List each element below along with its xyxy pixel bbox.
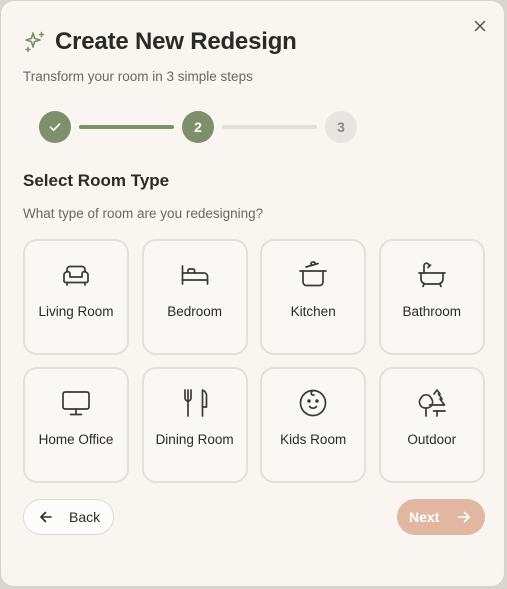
utensils-icon [183,389,207,417]
arrow-left-icon [40,511,52,523]
room-card-kids-room[interactable]: Kids Room [260,367,367,483]
next-button[interactable]: Next [397,499,485,535]
room-card-bathroom[interactable]: Bathroom [378,239,485,355]
check-icon [49,123,61,131]
room-card-home-office[interactable]: Home Office [23,367,129,483]
room-card-dining-room[interactable]: Dining Room [141,367,248,483]
room-card-bedroom[interactable]: Bedroom [141,239,248,355]
close-icon[interactable] [472,18,488,34]
sparkles-icon [25,31,45,53]
arrow-right-icon [458,511,471,523]
step-1-complete [39,111,71,143]
step-3-upcoming: 3 [325,111,357,143]
room-label: Dining Room [155,432,234,447]
room-label: Living Room [38,304,114,319]
sofa-icon [63,265,89,286]
dialog-title: Create New Redesign [55,28,297,55]
room-label: Bedroom [167,304,222,319]
room-card-kitchen[interactable]: Kitchen [260,239,367,355]
cooking-pot-icon [299,261,328,287]
step-connector-complete [79,125,174,129]
progress-stepper: 2 3 [39,111,359,143]
room-card-living-room[interactable]: Living Room [23,239,129,355]
room-label: Kids Room [280,432,347,447]
bed-icon [181,265,208,285]
room-label: Home Office [38,432,114,447]
title-row: Create New Redesign [23,28,297,56]
room-card-outdoor[interactable]: Outdoor [378,367,485,483]
room-label: Outdoor [407,432,457,447]
baby-face-icon [299,389,327,417]
step-connector-pending [222,125,317,129]
room-type-grid: Living Room Bedroom Kitchen Bathroom Hom… [23,239,485,483]
section-title: Select Room Type [23,171,170,190]
step-2-active: 2 [182,111,214,143]
monitor-icon [62,391,90,416]
create-redesign-dialog: Create New Redesign Transform your room … [0,0,505,587]
back-button[interactable]: Back [23,499,114,535]
room-label: Kitchen [290,304,336,319]
back-button-label: Back [69,509,101,525]
trees-icon [418,389,446,417]
bathtub-icon [417,262,446,288]
next-button-label: Next [409,509,440,525]
section-question: What type of room are you redesigning? [23,206,264,221]
dialog-subtitle: Transform your room in 3 simple steps [23,69,253,84]
room-label: Bathroom [402,304,462,319]
